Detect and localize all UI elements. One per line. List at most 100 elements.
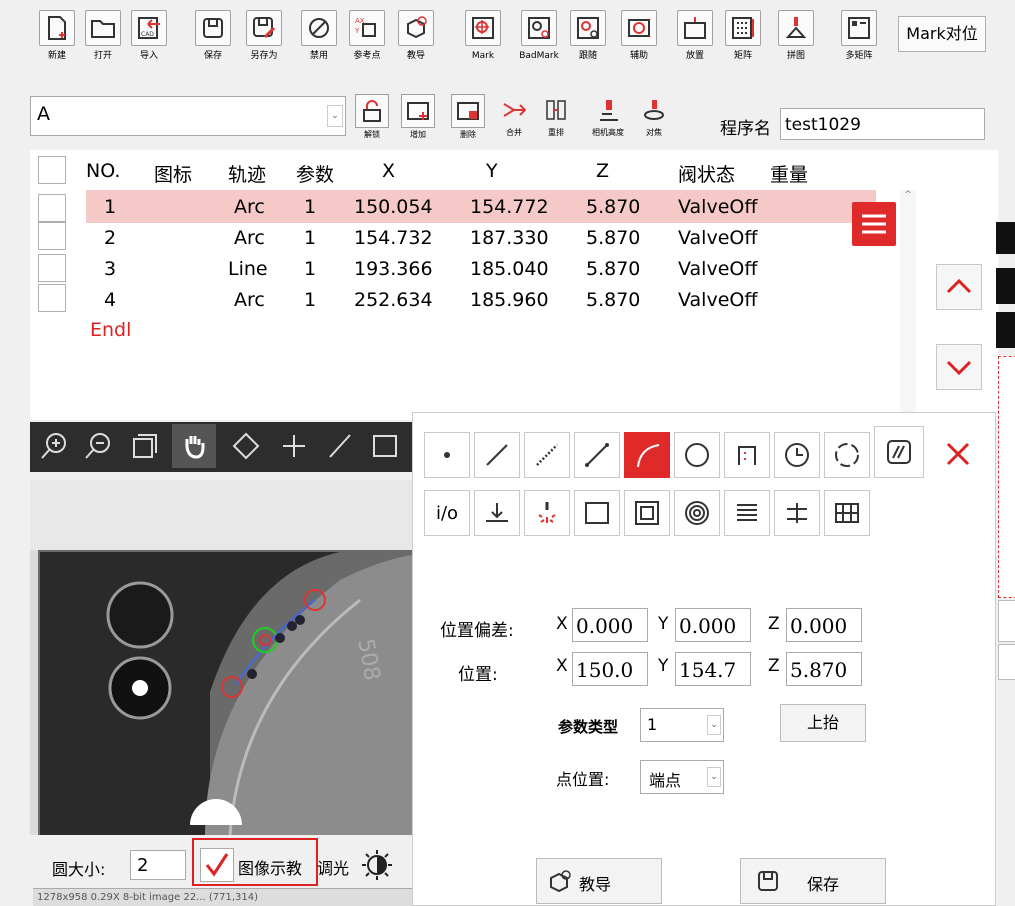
mark-align-button[interactable]: Mark对位 <box>898 16 986 52</box>
point-tool-button[interactable] <box>424 432 470 478</box>
mark-button[interactable]: Mark <box>462 10 504 61</box>
segment-tool-button[interactable] <box>574 432 620 478</box>
rectangle-tool-button[interactable] <box>574 490 620 536</box>
bad-mark-icon <box>521 10 557 46</box>
teach-cube-icon <box>550 870 571 893</box>
position-x-axis-label: X <box>556 656 568 676</box>
zoom-in-button[interactable] <box>32 424 76 468</box>
wait-tool-button[interactable] <box>774 432 820 478</box>
offset-x-axis-label: X <box>556 614 568 634</box>
row-checkbox[interactable] <box>38 254 66 282</box>
stitch-button[interactable]: 拼图 <box>775 10 817 61</box>
bad-mark-button[interactable]: BadMark <box>518 10 560 61</box>
save-as-button[interactable]: 另存为 <box>243 10 285 61</box>
zoom-in-icon <box>41 433 66 459</box>
crosshair-tool-button[interactable] <box>272 424 316 468</box>
offset-y-input[interactable]: 0.000 <box>675 608 751 642</box>
side-control[interactable] <box>998 600 1015 642</box>
camera-height-button[interactable]: 相机高度 <box>588 94 628 146</box>
rect-tool-button[interactable] <box>364 424 408 468</box>
fill-lines-tool-button[interactable] <box>724 490 770 536</box>
focus-button[interactable]: 对焦 <box>634 94 674 146</box>
scroll-up-icon[interactable]: ^ <box>900 190 916 200</box>
program-name-input[interactable]: test1029 <box>780 108 985 140</box>
point-position-select[interactable]: 端点 ⌄ <box>640 760 724 794</box>
reference-point-button[interactable]: AX Y 参考点 <box>346 10 388 61</box>
close-panel-button[interactable] <box>936 432 980 476</box>
dispense-icon <box>538 502 556 523</box>
multi-matrix-button[interactable]: 多矩阵 <box>838 10 880 61</box>
zoom-out-button[interactable] <box>76 424 120 468</box>
side-strip <box>996 312 1015 348</box>
z-level-tool-button[interactable] <box>774 490 820 536</box>
teach-toolbar-button[interactable]: 教导 <box>395 10 437 61</box>
reorder-button[interactable]: 重排 <box>536 94 576 146</box>
side-control[interactable] <box>998 644 1015 680</box>
param-type-select[interactable]: 1 ⌄ <box>640 708 724 742</box>
disable-button[interactable]: 禁用 <box>298 10 340 61</box>
place-button[interactable]: 放置 <box>674 10 716 61</box>
offset-z-input[interactable]: 0.000 <box>786 608 862 642</box>
spiral-tool-button[interactable] <box>674 490 720 536</box>
image-teach-checkbox[interactable] <box>200 848 234 882</box>
open-button[interactable]: 打开 <box>82 10 124 61</box>
circle-size-input[interactable]: 2 <box>130 850 186 880</box>
circle-tool-button[interactable] <box>674 432 720 478</box>
camera-image[interactable]: 508 <box>30 480 412 836</box>
position-x-input[interactable]: 150.0 <box>572 652 648 686</box>
unlock-button[interactable]: 解锁 <box>352 94 392 146</box>
program-combo[interactable]: A ⌄ <box>30 96 346 136</box>
circle-icon <box>685 443 709 467</box>
arc-tool-button[interactable] <box>624 432 670 478</box>
height-tool-button[interactable] <box>474 490 520 536</box>
dotted-line-tool-button[interactable] <box>524 432 570 478</box>
pan-button[interactable] <box>172 424 216 468</box>
lift-button[interactable]: 上抬 <box>780 704 866 742</box>
row-checkbox[interactable] <box>38 194 66 222</box>
line-tool-button[interactable] <box>474 432 520 478</box>
import-button[interactable]: CAD 导入 <box>128 10 170 61</box>
circle-size-label: 圆大小: <box>52 860 106 879</box>
dispense-tool-button[interactable] <box>524 490 570 536</box>
io-tool-button[interactable]: i/o <box>424 490 470 536</box>
move-down-button[interactable] <box>936 344 982 390</box>
row-valve: ValveOff <box>678 196 758 218</box>
select-all-checkbox[interactable] <box>38 156 66 184</box>
row-checkbox[interactable] <box>38 284 66 312</box>
offset-x-input[interactable]: 0.000 <box>572 608 648 642</box>
merge-button[interactable]: 合并 <box>494 94 534 146</box>
new-button[interactable]: 新建 <box>36 10 78 61</box>
save-toolbar-button[interactable]: 保存 <box>192 10 234 61</box>
add-row-button[interactable]: 增加 <box>398 94 438 146</box>
rotate-tool-button[interactable] <box>824 432 870 478</box>
light-button[interactable] <box>360 848 394 882</box>
chevron-down-icon[interactable]: ⌄ <box>327 105 343 127</box>
fill-tool-button[interactable] <box>874 426 924 478</box>
move-up-button[interactable] <box>936 264 982 310</box>
matrix-button[interactable]: 矩阵 <box>722 10 764 61</box>
row-x: 154.732 <box>354 227 433 249</box>
hatch-icon <box>887 440 911 464</box>
hamburger-menu-button[interactable] <box>852 202 896 246</box>
row-y: 185.040 <box>470 258 549 280</box>
row-param: 1 <box>304 289 317 311</box>
follow-button[interactable]: 跟随 <box>567 10 609 61</box>
fit-window-button[interactable] <box>122 424 166 468</box>
save-button[interactable]: 保存 <box>740 858 886 904</box>
row-checkbox[interactable] <box>38 222 66 250</box>
assist-button[interactable]: 辅助 <box>618 10 660 61</box>
offset-label: 位置偏差: <box>440 621 514 641</box>
table-scrollbar[interactable]: ^ <box>900 190 916 416</box>
array-tool-button[interactable] <box>824 490 870 536</box>
delete-row-button[interactable]: 删除 <box>448 94 488 146</box>
diamond-tool-button[interactable] <box>224 424 268 468</box>
position-y-input[interactable]: 154.7 <box>675 652 751 686</box>
line-tool-button[interactable] <box>318 424 362 468</box>
param-type-value: 1 <box>647 715 658 734</box>
position-z-input[interactable]: 5.870 <box>786 652 862 686</box>
rect-spiral-tool-button[interactable] <box>624 490 670 536</box>
row-valve: ValveOff <box>678 227 758 249</box>
row-y: 187.330 <box>470 227 549 249</box>
lift-tool-button[interactable] <box>724 432 770 478</box>
teach-button[interactable]: 教导 <box>536 858 662 904</box>
